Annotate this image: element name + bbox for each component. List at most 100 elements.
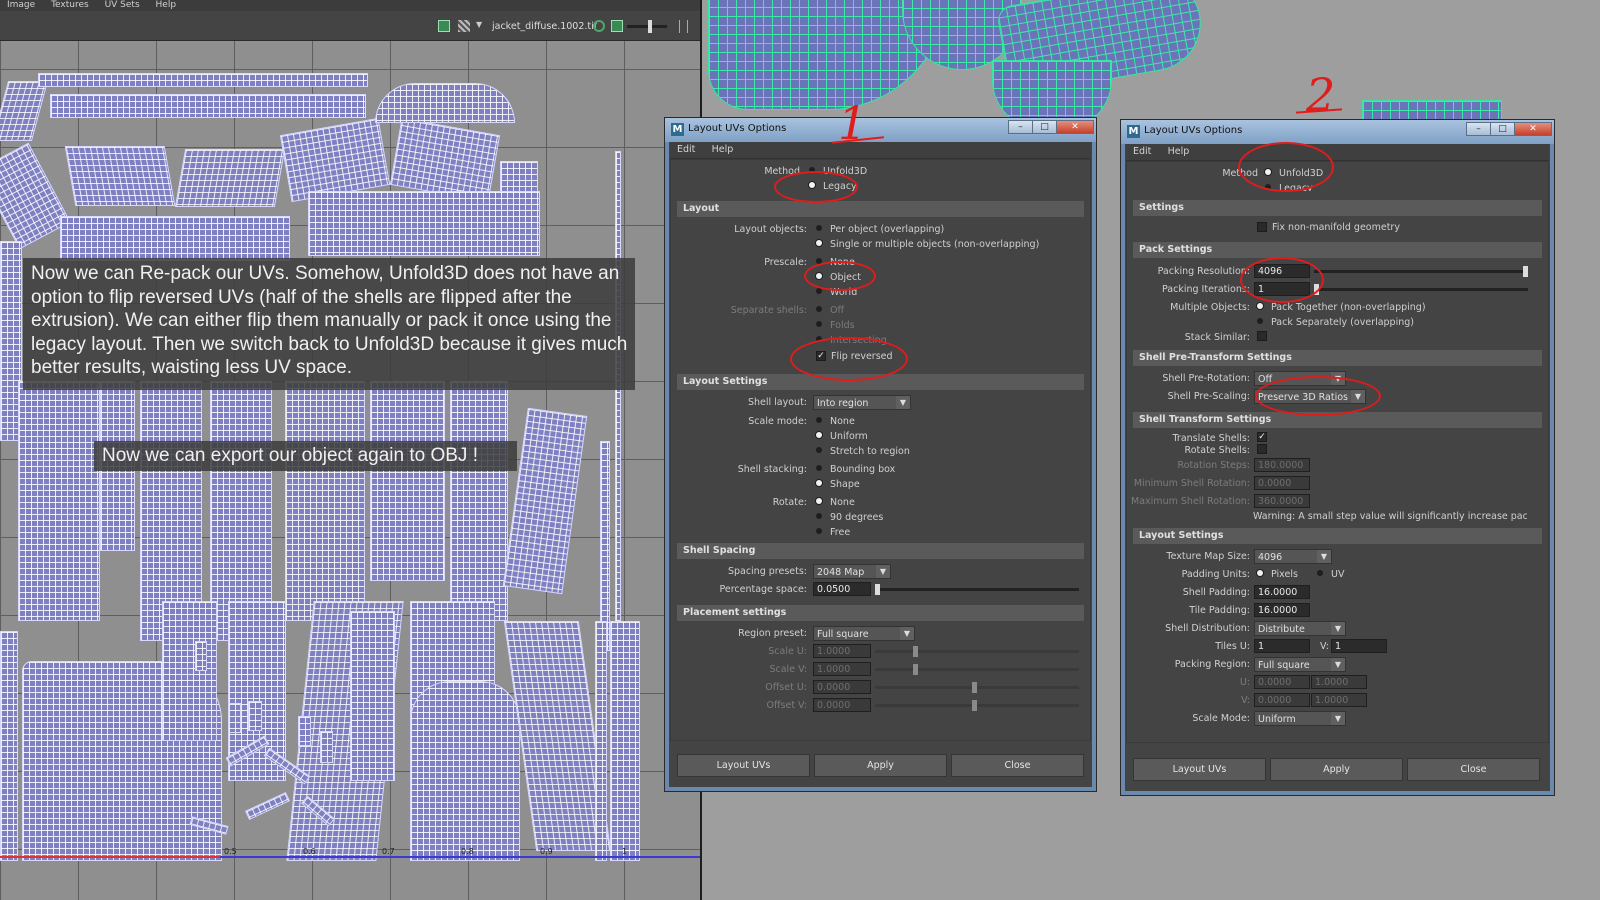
region-preset-dropdown[interactable]: Full square ▼ xyxy=(813,626,915,641)
region-u-max-field[interactable]: 1.0000 xyxy=(1311,675,1367,689)
shell-stacking-shape-radio[interactable]: Shape xyxy=(816,479,860,490)
section-settings[interactable]: Settings xyxy=(1133,200,1542,216)
region-v-min-field[interactable]: 0.0000 xyxy=(1254,693,1310,707)
texture-name[interactable]: jacket_diffuse.1002.tif xyxy=(492,21,597,32)
rotate-free-radio[interactable]: Free xyxy=(816,527,850,538)
offset-u-label: Offset U: xyxy=(765,682,807,693)
fix-non-manifold-checkbox[interactable] xyxy=(1257,222,1267,232)
apply-button[interactable]: Apply xyxy=(1270,758,1403,781)
packing-region-dropdown[interactable]: Full square ▼ xyxy=(1254,657,1346,672)
padding-units-pixels-radio[interactable]: Pixels xyxy=(1257,569,1298,580)
scale-mode-dropdown[interactable]: Uniform ▼ xyxy=(1254,711,1346,726)
percentage-space-slider[interactable] xyxy=(875,588,1079,591)
scale-v-field[interactable]: 1.0000 xyxy=(813,662,871,676)
shell-padding-field[interactable]: 16.0000 xyxy=(1254,585,1310,599)
tutorial-text-export: Now we can export our object again to OB… xyxy=(94,441,517,471)
separate-shells-off-radio[interactable]: Off xyxy=(816,305,844,316)
tiles-v-field[interactable]: 1 xyxy=(1331,639,1387,653)
percentage-space-field[interactable]: 0.0500 xyxy=(813,582,871,596)
menu-edit[interactable]: Edit xyxy=(1133,146,1151,157)
toolbar-splitter-icon[interactable] xyxy=(679,20,688,33)
offset-v-slider-handle[interactable] xyxy=(972,700,977,711)
layout-uvs-button[interactable]: Layout UVs xyxy=(677,754,810,777)
rotate-shells-checkbox[interactable] xyxy=(1257,444,1267,454)
section-placement-settings[interactable]: Placement settings xyxy=(677,605,1084,621)
uv-shell xyxy=(410,681,520,861)
apply-button[interactable]: Apply xyxy=(814,754,947,777)
scale-u-slider[interactable] xyxy=(875,650,1079,653)
multiple-objects-label: Multiple Objects: xyxy=(1170,302,1250,313)
section-shell-spacing[interactable]: Shell Spacing xyxy=(677,543,1084,559)
section-layout-settings[interactable]: Layout Settings xyxy=(1133,528,1542,544)
menu-edit[interactable]: Edit xyxy=(677,144,695,155)
maximize-button[interactable]: □ xyxy=(1032,120,1057,134)
menu-image[interactable]: Image xyxy=(7,1,35,10)
dialog-titlebar[interactable]: M Layout UVs Options – □ ✕ xyxy=(1121,120,1554,144)
section-pre-transform[interactable]: Shell Pre-Transform Settings xyxy=(1133,350,1542,366)
separate-shells-folds-radio[interactable]: Folds xyxy=(816,320,855,331)
offset-u-slider[interactable] xyxy=(875,686,1079,689)
chevron-down-icon[interactable]: ▼ xyxy=(476,20,482,29)
scale-v-slider-handle[interactable] xyxy=(913,664,918,675)
shell-layout-dropdown[interactable]: Into region ▼ xyxy=(813,395,911,410)
menu-help[interactable]: Help xyxy=(156,1,177,10)
pack-separately-radio[interactable]: Pack Separately (overlapping) xyxy=(1257,317,1414,328)
texture-toggle-icon[interactable] xyxy=(438,20,450,32)
offset-u-slider-handle[interactable] xyxy=(972,682,977,693)
scale-v-slider[interactable] xyxy=(875,668,1079,671)
layout-objects-single-multiple-radio[interactable]: Single or multiple objects (non-overlapp… xyxy=(816,239,1039,250)
section-layout[interactable]: Layout xyxy=(677,201,1084,217)
maximize-button[interactable]: □ xyxy=(1490,122,1515,136)
stack-similar-checkbox[interactable] xyxy=(1257,331,1267,341)
offset-v-field[interactable]: 0.0000 xyxy=(813,698,871,712)
scale-mode-stretch-radio[interactable]: Stretch to region xyxy=(816,446,910,457)
shell-distribution-dropdown[interactable]: Distribute ▼ xyxy=(1254,621,1346,636)
exposure-slider[interactable] xyxy=(627,25,667,28)
section-pack-settings[interactable]: Pack Settings xyxy=(1133,242,1542,258)
minimize-button[interactable]: – xyxy=(1466,122,1491,136)
axis-tick-label: 0.5 xyxy=(224,847,237,856)
packing-resolution-slider-handle[interactable] xyxy=(1523,266,1528,277)
rotate-90-radio[interactable]: 90 degrees xyxy=(816,512,883,523)
packing-iterations-slider[interactable] xyxy=(1314,288,1528,291)
menu-help[interactable]: Help xyxy=(1168,146,1190,157)
layout-uvs-button[interactable]: Layout UVs xyxy=(1133,758,1266,781)
pack-together-radio[interactable]: Pack Together (non-overlapping) xyxy=(1257,302,1426,313)
spacing-presets-dropdown[interactable]: 2048 Map ▼ xyxy=(813,564,891,579)
close-button[interactable]: Close xyxy=(1407,758,1540,781)
rotation-steps-field[interactable]: 180.0000 xyxy=(1254,458,1310,472)
layout-objects-per-object-radio[interactable]: Per object (overlapping) xyxy=(816,224,944,235)
checker-icon[interactable] xyxy=(458,20,470,32)
scale-mode-none-radio[interactable]: None xyxy=(816,416,855,427)
scale-mode-uniform-radio[interactable]: Uniform xyxy=(816,431,868,442)
shell-stacking-bbox-radio[interactable]: Bounding box xyxy=(816,464,895,475)
scale-u-slider-handle[interactable] xyxy=(913,646,918,657)
image-icon[interactable] xyxy=(611,20,623,32)
uv-shell xyxy=(60,216,290,261)
texture-map-size-dropdown[interactable]: 4096 ▼ xyxy=(1254,549,1332,564)
region-u-min-field[interactable]: 0.0000 xyxy=(1254,675,1310,689)
translate-shells-checkbox[interactable]: ✓ xyxy=(1257,432,1267,442)
scale-u-field[interactable]: 1.0000 xyxy=(813,644,871,658)
menu-textures[interactable]: Textures xyxy=(51,1,89,10)
close-button[interactable]: Close xyxy=(951,754,1084,777)
padding-units-uv-radio[interactable]: UV xyxy=(1317,569,1344,580)
region-v-max-field[interactable]: 1.0000 xyxy=(1311,693,1367,707)
menu-uv-sets[interactable]: UV Sets xyxy=(105,1,140,10)
close-window-button[interactable]: ✕ xyxy=(1514,122,1552,136)
min-shell-rotation-field[interactable]: 0.0000 xyxy=(1254,476,1310,490)
rotate-none-radio[interactable]: None xyxy=(816,497,855,508)
settings-wheel-icon[interactable] xyxy=(593,20,605,32)
chevron-down-icon: ▼ xyxy=(1331,622,1345,635)
offset-u-field[interactable]: 0.0000 xyxy=(813,680,871,694)
close-window-button[interactable]: ✕ xyxy=(1056,120,1094,134)
max-shell-rotation-field[interactable]: 360.0000 xyxy=(1254,494,1310,508)
offset-v-slider[interactable] xyxy=(875,704,1079,707)
tile-padding-field[interactable]: 16.0000 xyxy=(1254,603,1310,617)
minimize-button[interactable]: – xyxy=(1008,120,1033,134)
tiles-u-field[interactable]: 1 xyxy=(1254,639,1310,653)
exposure-slider-handle[interactable] xyxy=(648,20,652,33)
menu-help[interactable]: Help xyxy=(712,144,734,155)
packing-resolution-slider[interactable] xyxy=(1314,270,1528,273)
percentage-space-slider-handle[interactable] xyxy=(875,584,880,595)
